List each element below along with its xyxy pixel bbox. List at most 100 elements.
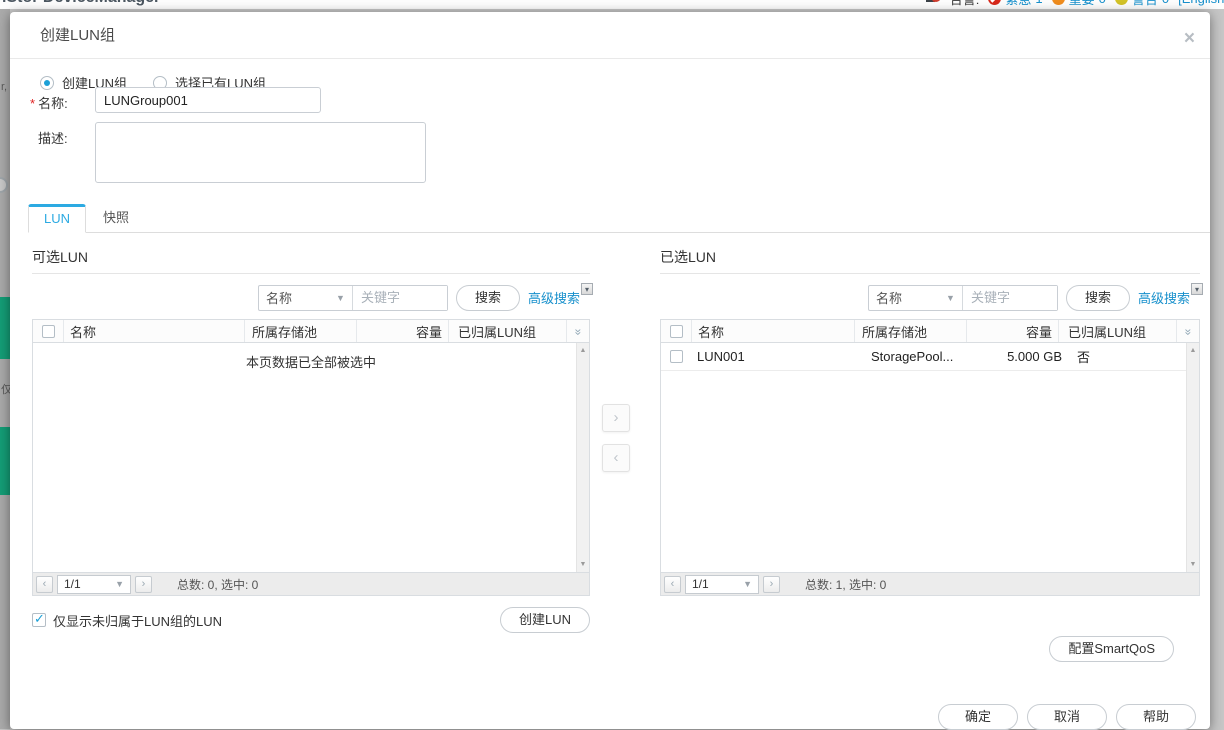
selected-lun-title: 已选LUN xyxy=(660,246,1200,274)
search-combo: 名称 ▼ xyxy=(867,284,1058,311)
available-lun-title: 可选LUN xyxy=(32,246,590,274)
search-filter-select[interactable]: 名称 ▼ xyxy=(259,285,353,310)
ok-button[interactable]: 确定 xyxy=(938,704,1018,730)
search-button[interactable]: 搜索 xyxy=(455,284,520,311)
background-green-bar xyxy=(0,427,10,495)
column-storage-pool[interactable]: 所属存储池 xyxy=(854,320,966,342)
required-asterisk: * xyxy=(30,96,36,111)
page-select[interactable]: 1/1 ▼ xyxy=(685,574,759,594)
advanced-search-badge-icon: ▾ xyxy=(1191,283,1203,295)
chevron-down-icon: ▼ xyxy=(336,292,345,303)
prev-page-button[interactable]: ‹ xyxy=(36,575,53,593)
alarm-warning-label: 警告 xyxy=(1132,0,1158,8)
page-select[interactable]: 1/1 ▼ xyxy=(57,574,131,594)
column-settings-icon[interactable]: » xyxy=(566,320,589,342)
search-filter-value: 名称 xyxy=(875,291,902,306)
column-lun-group[interactable]: 已归属LUN组 xyxy=(1058,320,1176,342)
row-checkbox[interactable] xyxy=(669,350,683,363)
column-capacity[interactable]: 容量 xyxy=(356,320,448,342)
row-in-group: 否 xyxy=(1077,350,1091,365)
search-keyword-input[interactable] xyxy=(352,285,447,310)
page-value: 1/1 xyxy=(64,577,81,591)
lun-snapshot-tabs: LUN 快照 xyxy=(28,204,1210,233)
column-storage-pool[interactable]: 所属存储池 xyxy=(244,320,356,342)
search-filter-value: 名称 xyxy=(265,291,292,306)
search-button[interactable]: 搜索 xyxy=(1065,284,1130,311)
move-right-button[interactable]: › xyxy=(602,404,630,432)
column-settings-icon[interactable]: » xyxy=(1176,320,1199,342)
table-header: 名称 所属存储池 容量 已归属LUN组 » xyxy=(33,320,589,343)
description-textarea[interactable] xyxy=(95,122,426,183)
chevron-down-icon: ▼ xyxy=(115,579,124,589)
dialog-footer: 确定 取消 帮助 xyxy=(938,704,1196,730)
alarm-warning-count: 0 xyxy=(1162,0,1169,6)
help-button[interactable]: 帮助 xyxy=(1116,704,1196,730)
scroll-up-icon[interactable]: ▲ xyxy=(1187,347,1199,354)
column-name[interactable]: 名称 xyxy=(691,320,854,342)
selected-lun-panel: 已选LUN 名称 ▼ 搜索 高级搜索 ▾ 名称 所属存储池 容量 已归属LUN组 xyxy=(660,246,1203,662)
search-keyword-input[interactable] xyxy=(962,285,1057,310)
alarm-mute-icon[interactable] xyxy=(925,0,941,5)
row-storage-pool: StoragePool... xyxy=(871,349,954,364)
column-name[interactable]: 名称 xyxy=(63,320,244,342)
all-selected-message: 本页数据已全部被选中 xyxy=(245,355,376,370)
name-input[interactable] xyxy=(95,87,321,113)
cancel-button[interactable]: 取消 xyxy=(1027,704,1107,730)
alarm-critical-count: 1 xyxy=(1035,0,1042,6)
available-lun-footer: 仅显示未归属于LUN组的LUN 创建LUN xyxy=(32,607,590,633)
table-header: 名称 所属存储池 容量 已归属LUN组 » xyxy=(661,320,1199,343)
background-text-fragment: r, xyxy=(1,81,8,93)
alarm-major-count: 0 xyxy=(1099,0,1106,6)
radio-selected-icon xyxy=(40,75,54,90)
column-lun-group[interactable]: 已归属LUN组 xyxy=(448,320,566,342)
alarm-warning-link[interactable]: 警告 0 xyxy=(1114,0,1169,8)
select-all-checkbox[interactable] xyxy=(41,324,55,338)
alarm-label: 告警: xyxy=(950,0,980,8)
available-lun-table-body: 本页数据已全部被选中 ▲ ▼ xyxy=(33,343,589,572)
background-green-bar xyxy=(0,297,10,359)
scroll-down-icon[interactable]: ▼ xyxy=(1187,561,1199,568)
scroll-down-icon[interactable]: ▼ xyxy=(577,561,589,568)
scrollbar[interactable]: ▲ ▼ xyxy=(576,343,589,572)
next-page-button[interactable]: › xyxy=(135,575,152,593)
create-lun-button[interactable]: 创建LUN xyxy=(499,607,590,633)
show-only-unassigned-label: 仅显示未归属于LUN组的LUN xyxy=(53,613,223,629)
pagination-summary: 总数: 1, 选中: 0 xyxy=(805,577,887,592)
alarm-major-link[interactable]: 重要 0 xyxy=(1051,0,1106,8)
tab-lun[interactable]: LUN xyxy=(28,204,86,233)
column-capacity[interactable]: 容量 xyxy=(966,320,1058,342)
row-capacity: 5.000 GB xyxy=(1007,349,1062,364)
alarm-major-label: 重要 xyxy=(1069,0,1095,8)
scroll-up-icon[interactable]: ▲ xyxy=(577,347,589,354)
show-only-unassigned-checkbox[interactable] xyxy=(32,611,46,627)
chevron-down-icon: ▼ xyxy=(946,292,955,303)
dialog-title: 创建LUN组 xyxy=(10,12,1210,59)
advanced-search-link[interactable]: 高级搜索 ▾ xyxy=(1138,283,1203,307)
app-topbar: iStor DeviceManager 告警: 紧急 1 重要 0 警告 0 [… xyxy=(0,0,1224,9)
search-filter-select[interactable]: 名称 ▼ xyxy=(869,285,963,310)
search-combo: 名称 ▼ xyxy=(257,284,448,311)
available-lun-table: 名称 所属存储池 容量 已归属LUN组 » 本页数据已全部被选中 ▲ ▼ ‹ 1/… xyxy=(32,319,590,596)
description-label: 描述: xyxy=(38,131,68,146)
alarm-critical-link[interactable]: 紧急 1 xyxy=(988,0,1043,8)
available-lun-panel: 可选LUN 名称 ▼ 搜索 高级搜索 ▾ 名称 所属存储池 容量 已归属LUN组 xyxy=(32,246,593,633)
select-all-checkbox[interactable] xyxy=(669,324,683,338)
move-left-button[interactable]: ‹ xyxy=(602,444,630,472)
selected-lun-search-row: 名称 ▼ 搜索 高级搜索 ▾ xyxy=(660,283,1203,311)
advanced-search-badge-icon: ▾ xyxy=(581,283,593,295)
next-page-button[interactable]: › xyxy=(763,575,780,593)
selected-lun-table-body: LUN001 StoragePool... 5.000 GB 否 ▲ ▼ xyxy=(661,343,1199,572)
advanced-search-link[interactable]: 高级搜索 ▾ xyxy=(528,283,593,307)
scrollbar[interactable]: ▲ ▼ xyxy=(1186,343,1199,572)
warning-alarm-icon xyxy=(1114,0,1128,5)
name-label: * 名称: xyxy=(30,96,68,111)
create-lun-group-dialog: 创建LUN组 × 创建LUN组 选择已有LUN组 *名称: 描述: LUN 快照… xyxy=(10,12,1210,730)
row-name: LUN001 xyxy=(697,349,745,364)
table-row[interactable]: LUN001 StoragePool... 5.000 GB 否 xyxy=(661,343,1186,371)
tab-snapshot[interactable]: 快照 xyxy=(87,205,145,233)
configure-smartqos-button[interactable]: 配置SmartQoS xyxy=(1049,636,1174,662)
language-switch-link[interactable]: [English] xyxy=(1178,0,1224,6)
available-lun-pagination: ‹ 1/1 ▼ › 总数: 0, 选中: 0 xyxy=(33,572,589,595)
close-icon[interactable]: × xyxy=(1184,29,1195,48)
prev-page-button[interactable]: ‹ xyxy=(664,575,681,593)
